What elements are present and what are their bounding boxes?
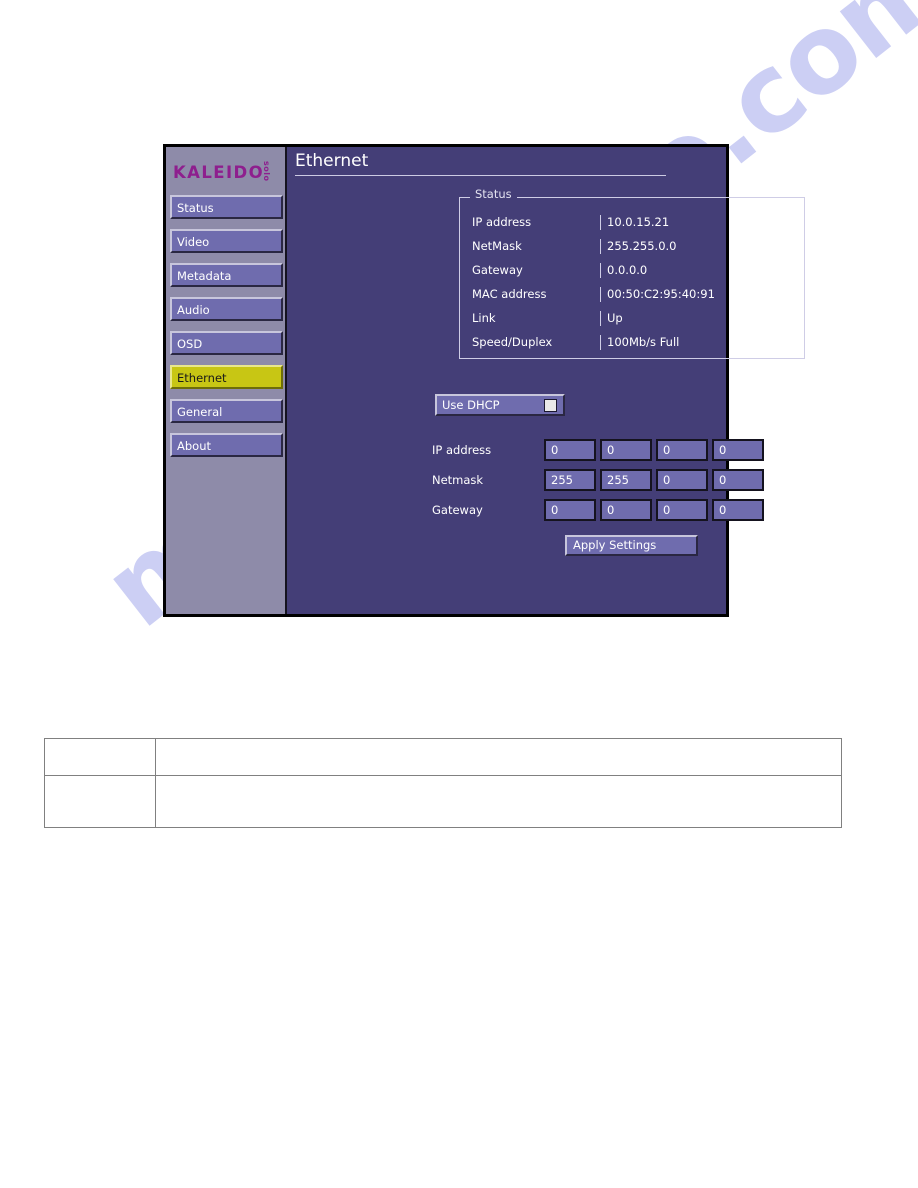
sidebar-item-label: OSD xyxy=(177,337,203,351)
use-dhcp-checkbox[interactable] xyxy=(544,398,557,412)
status-row: IP address 10.0.15.21 xyxy=(472,210,802,234)
netmask-octet-1[interactable]: 255 xyxy=(544,469,596,491)
netmask-octet-4[interactable]: 0 xyxy=(712,469,764,491)
status-value: 0.0.0.0 xyxy=(607,263,648,277)
brand-logo: KALEIDO solo xyxy=(166,147,285,195)
table-cell xyxy=(155,775,842,828)
status-value: 255.255.0.0 xyxy=(607,239,677,253)
status-label: Link xyxy=(472,311,496,325)
ip-address-octet-4[interactable]: 0 xyxy=(712,439,764,461)
status-group: Status IP address 10.0.15.21 NetMask 255… xyxy=(459,188,805,359)
logo-subtext: solo xyxy=(262,161,271,182)
config-label: IP address xyxy=(432,443,492,457)
status-value: 100Mb/s Full xyxy=(607,335,680,349)
ip-address-octet-3[interactable]: 0 xyxy=(656,439,708,461)
gateway-octet-1[interactable]: 0 xyxy=(544,499,596,521)
status-row: NetMask 255.255.0.0 xyxy=(472,234,802,258)
document-table xyxy=(44,738,842,828)
sidebar-item-label: Ethernet xyxy=(177,371,227,385)
status-separator xyxy=(600,262,601,278)
sidebar-item-label: Video xyxy=(177,235,210,249)
config-label: Gateway xyxy=(432,503,483,517)
gateway-octet-4[interactable]: 0 xyxy=(712,499,764,521)
status-separator xyxy=(600,286,601,302)
gateway-octet-2[interactable]: 0 xyxy=(600,499,652,521)
ip-address-octet-2[interactable]: 0 xyxy=(600,439,652,461)
status-row: Gateway 0.0.0.0 xyxy=(472,258,802,282)
use-dhcp-label: Use DHCP xyxy=(442,398,500,412)
netmask-octet-3[interactable]: 0 xyxy=(656,469,708,491)
status-label: MAC address xyxy=(472,287,547,301)
sidebar-item-osd[interactable]: OSD xyxy=(170,331,283,355)
status-group-legend: Status xyxy=(470,188,517,201)
status-row: MAC address 00:50:C2:95:40:91 xyxy=(472,282,802,306)
sidebar-item-label: Status xyxy=(177,201,214,215)
status-label: Speed/Duplex xyxy=(472,335,553,349)
status-label: Gateway xyxy=(472,263,523,277)
network-config-form: IP address 0 0 0 0 Netmask 255 255 0 0 G… xyxy=(432,435,782,525)
status-row-list: IP address 10.0.15.21 NetMask 255.255.0.… xyxy=(472,210,802,354)
sidebar: KALEIDO solo Status Video Metadata Audio… xyxy=(166,147,287,614)
table-cell xyxy=(44,775,156,828)
page-title: Ethernet xyxy=(295,151,369,171)
sidebar-item-general[interactable]: General xyxy=(170,399,283,423)
status-separator xyxy=(600,334,601,350)
sidebar-item-audio[interactable]: Audio xyxy=(170,297,283,321)
sidebar-item-label: Audio xyxy=(177,303,210,317)
status-separator xyxy=(600,238,601,254)
logo-wordmark: KALEIDO xyxy=(173,163,265,182)
sidebar-item-ethernet[interactable]: Ethernet xyxy=(170,365,283,389)
status-row: Speed/Duplex 100Mb/s Full xyxy=(472,330,802,354)
sidebar-item-label: About xyxy=(177,439,212,453)
status-value: Up xyxy=(607,311,623,325)
sidebar-item-metadata[interactable]: Metadata xyxy=(170,263,283,287)
status-value: 10.0.15.21 xyxy=(607,215,670,229)
use-dhcp-toggle[interactable]: Use DHCP xyxy=(435,394,565,416)
kaleido-solo-config-window: KALEIDO solo Status Video Metadata Audio… xyxy=(163,144,805,617)
table-row xyxy=(44,738,842,776)
title-divider xyxy=(295,174,666,176)
main-panel: Ethernet Status IP address 10.0.15.21 Ne… xyxy=(287,147,805,614)
config-label: Netmask xyxy=(432,473,484,487)
gateway-octet-3[interactable]: 0 xyxy=(656,499,708,521)
apply-settings-button[interactable]: Apply Settings xyxy=(565,535,698,556)
sidebar-item-label: Metadata xyxy=(177,269,232,283)
sidebar-item-status[interactable]: Status xyxy=(170,195,283,219)
sidebar-item-video[interactable]: Video xyxy=(170,229,283,253)
status-label: NetMask xyxy=(472,239,522,253)
table-cell xyxy=(44,738,156,776)
status-value: 00:50:C2:95:40:91 xyxy=(607,287,715,301)
sidebar-nav: Status Video Metadata Audio OSD Ethernet… xyxy=(166,195,285,457)
table-row xyxy=(44,775,842,828)
status-separator xyxy=(600,310,601,326)
config-row-gateway: Gateway 0 0 0 0 xyxy=(432,495,782,525)
table-cell xyxy=(155,738,842,776)
status-separator xyxy=(600,214,601,230)
status-row: Link Up xyxy=(472,306,802,330)
netmask-octet-2[interactable]: 255 xyxy=(600,469,652,491)
status-label: IP address xyxy=(472,215,532,229)
sidebar-item-about[interactable]: About xyxy=(170,433,283,457)
config-row-netmask: Netmask 255 255 0 0 xyxy=(432,465,782,495)
sidebar-item-label: General xyxy=(177,405,223,419)
ip-address-octet-1[interactable]: 0 xyxy=(544,439,596,461)
config-row-ip-address: IP address 0 0 0 0 xyxy=(432,435,782,465)
